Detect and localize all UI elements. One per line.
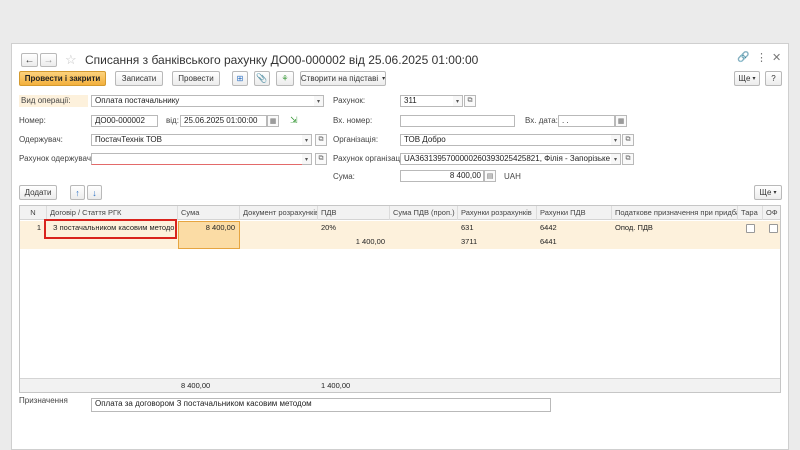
sum-label: Сума: [333, 172, 355, 181]
currency-label: UAH [504, 172, 521, 181]
tara-checkbox[interactable] [746, 224, 755, 233]
col-vat-acc[interactable]: Рахунки ПДВ [537, 206, 612, 220]
col-vat[interactable]: ПДВ [318, 206, 390, 220]
chevron-down-icon: ▾ [382, 76, 386, 82]
incoming-date-label: Вх. дата: [525, 116, 558, 125]
more-button[interactable]: Ще ▾ [734, 71, 760, 86]
incoming-number-field[interactable] [400, 115, 515, 127]
table-more-button[interactable]: Ще ▾ [754, 185, 782, 200]
organization-dropdown[interactable]: ▾ [611, 134, 621, 146]
recipient-account-open-icon[interactable]: ⧉ [315, 153, 327, 165]
col-tara[interactable]: Тара [738, 206, 763, 220]
forward-button[interactable]: → [40, 53, 57, 67]
row-number: 1 [36, 223, 41, 232]
date-field[interactable]: 25.06.2025 01:00:00 [180, 115, 267, 127]
organization-label: Організація: [333, 135, 379, 144]
of-checkbox[interactable] [769, 224, 778, 233]
more-label: Ще [738, 74, 751, 83]
recipient-account-label: Рахунок одержувача: [19, 154, 98, 163]
incoming-number-label: Вх. номер: [333, 116, 373, 125]
row-vat-sum[interactable]: 1 400,00 [318, 235, 388, 249]
purpose-field[interactable]: Оплата за договором З постачальником кас… [91, 398, 551, 412]
chevron-down-icon: ▾ [752, 76, 756, 82]
help-button[interactable]: ? [765, 71, 782, 86]
col-settle-acc[interactable]: Рахунки розрахунків [458, 206, 537, 220]
attachment-icon[interactable]: 📎 [254, 71, 270, 86]
post-and-close-button[interactable]: Провести і закрити [19, 71, 106, 86]
recipient-account-field[interactable] [91, 153, 312, 165]
total-vat-sum: 1 400,00 [321, 381, 351, 390]
contract-highlight-box [44, 219, 177, 239]
account-label: Рахунок: [333, 96, 366, 105]
row-settle-acc-2[interactable]: 3711 [458, 235, 537, 249]
calendar-icon[interactable]: ▦ [267, 115, 279, 127]
close-icon[interactable]: ✕ [772, 51, 781, 64]
create-on-basis-label: Створити на підставі [300, 74, 379, 83]
favorite-star-icon[interactable]: ☆ [65, 52, 77, 68]
account-open-icon[interactable]: ⧉ [464, 95, 476, 107]
window-title: Списання з банківського рахунку ДО00-000… [85, 53, 479, 67]
col-sum[interactable]: Сума [178, 206, 240, 220]
recipient-label: Одержувач: [19, 135, 63, 144]
purpose-label: Призначення [19, 396, 68, 405]
create-on-basis-button[interactable]: Створити на підставі ▾ [300, 71, 386, 86]
organization-account-label: Рахунок організації: [333, 154, 407, 163]
link-icon[interactable]: 🔗 [737, 52, 749, 63]
row-settle-acc-1[interactable]: 631 [458, 221, 537, 235]
organization-account-dropdown[interactable]: ▾ [611, 153, 621, 165]
col-of[interactable]: ОФ [763, 206, 780, 220]
status-icon[interactable]: ⇲ [290, 115, 298, 126]
save-button[interactable]: Записати [115, 71, 163, 86]
recipient-account-dropdown[interactable]: ▾ [302, 153, 312, 165]
recipient-dropdown[interactable]: ▾ [302, 134, 312, 146]
more-vertical-icon[interactable]: ⋮ [756, 51, 767, 64]
number-label: Номер: [19, 116, 46, 125]
recipient-field[interactable]: ПостачТехнік ТОВ [91, 134, 312, 146]
chevron-down-icon: ▾ [773, 190, 777, 196]
calendar-icon[interactable]: ▦ [615, 115, 627, 127]
total-sum: 8 400,00 [181, 381, 211, 390]
row-vat-acc-1[interactable]: 6442 [537, 221, 612, 235]
account-dropdown[interactable]: ▾ [453, 95, 463, 107]
organization-account-open-icon[interactable]: ⧉ [622, 153, 634, 165]
col-n[interactable]: N [20, 206, 47, 220]
journal-icon[interactable]: ⊞ [232, 71, 248, 86]
structure-icon[interactable]: ⚘ [276, 71, 294, 86]
col-doc[interactable]: Документ розрахунків [240, 206, 318, 220]
organization-field[interactable]: ТОВ Добро [400, 134, 621, 146]
organization-open-icon[interactable]: ⧉ [622, 134, 634, 146]
calculator-icon[interactable]: ▤ [484, 170, 496, 182]
document-window: ← → ☆ Списання з банківського рахунку ДО… [11, 43, 789, 450]
row-vat-rate[interactable]: 20% [318, 221, 390, 235]
add-row-button[interactable]: Додати [19, 185, 57, 200]
back-button[interactable]: ← [21, 53, 38, 67]
post-button[interactable]: Провести [172, 71, 220, 86]
move-up-icon[interactable]: ↑ [70, 185, 85, 200]
number-field[interactable]: ДО00-000002 [91, 115, 158, 127]
col-contract[interactable]: Договір / Стаття РГК [47, 206, 178, 220]
table-more-label: Ще [759, 188, 772, 197]
organization-account-field[interactable]: UA363139570000026039302542582​1, Філія -… [400, 153, 621, 165]
recipient-open-icon[interactable]: ⧉ [315, 134, 327, 146]
col-tax-purpose[interactable]: Податкове призначення при придбанні [612, 206, 738, 220]
col-vat-sum[interactable]: Сума ПДВ (проп.) [390, 206, 458, 220]
table-totals: 8 400,00 1 400,00 [20, 378, 780, 392]
row-tax-purpose[interactable]: Опод. ПДВ [612, 221, 738, 235]
incoming-date-field[interactable]: . . [558, 115, 615, 127]
operation-type-field[interactable]: Оплата постачальнику [91, 95, 324, 107]
row-doc[interactable] [240, 221, 318, 235]
date-label: від: [166, 116, 179, 125]
row-vat-acc-2[interactable]: 6441 [537, 235, 612, 249]
move-down-icon[interactable]: ↓ [87, 185, 102, 200]
sum-field[interactable]: 8 400,00 [400, 170, 484, 182]
operation-type-label: Вид операції: [19, 95, 88, 107]
operation-type-dropdown[interactable]: ▾ [314, 95, 324, 107]
table-header: N Договір / Стаття РГК Сума Документ роз… [20, 206, 780, 220]
row-sum[interactable]: 8 400,00 [178, 221, 238, 235]
